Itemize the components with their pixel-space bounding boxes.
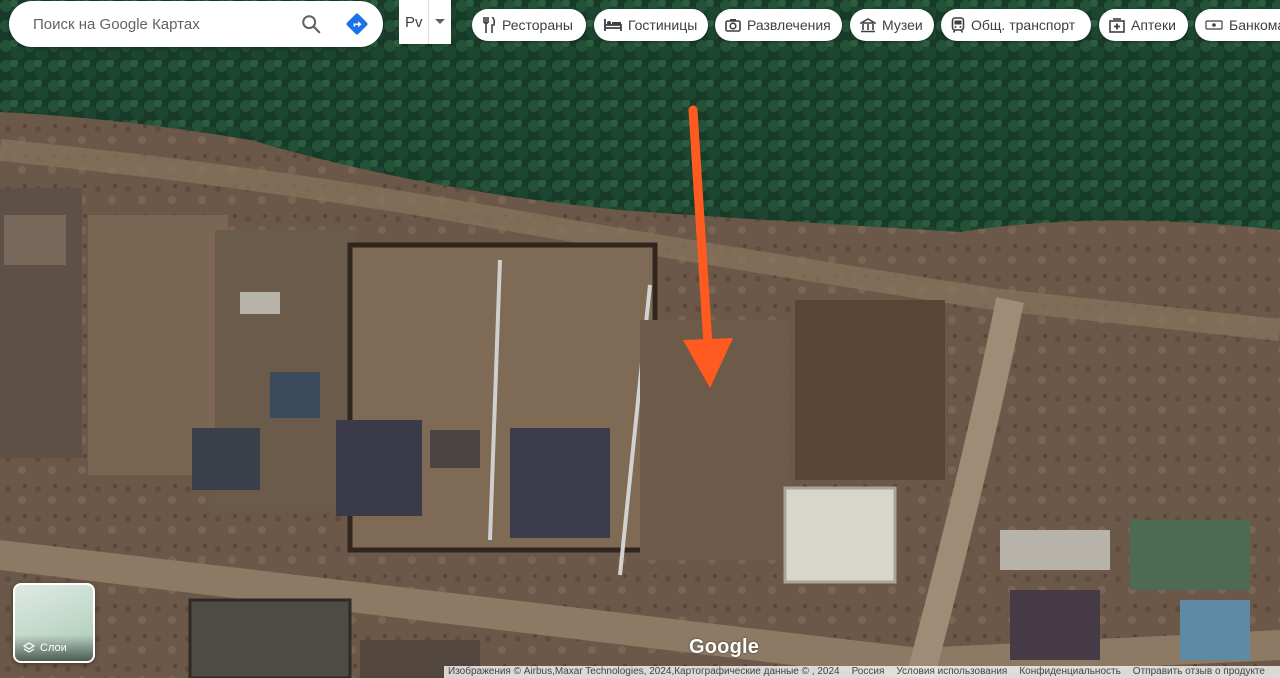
google-logo: Google [689,636,760,658]
layers-button[interactable]: Слои [13,583,95,663]
caret-down-icon [435,19,446,24]
footer-link-privacy[interactable]: Конфиденциальность [1015,666,1128,678]
chip-transit[interactable]: Общ. транспорт [941,9,1091,41]
imagery-attribution: Изображения © Airbus,Maxar Technologies,… [448,666,840,677]
language-label: Рv [404,13,423,31]
directions-button[interactable] [337,4,377,44]
satellite-map[interactable] [0,0,1280,678]
chip-entertainment[interactable]: Развлечения [715,9,842,41]
search-icon [302,15,321,34]
footer-link-terms[interactable]: Условия использования [892,666,1015,678]
transit-icon [951,17,965,33]
chip-label: Банкоматы [1229,17,1280,33]
chip-restaurants[interactable]: Рестораны [472,9,586,41]
chip-atms[interactable]: Банкоматы [1195,9,1280,41]
chip-label: Рестораны [502,17,573,33]
layers-icon [23,642,35,653]
hotel-icon [604,19,622,31]
chip-label: Общ. транспорт [971,17,1076,33]
chip-label: Аптеки [1131,17,1176,33]
footer-link-country[interactable]: Россия [848,666,893,678]
chip-label: Музеи [882,17,923,33]
chip-label: Развлечения [747,17,831,33]
chip-label: Гостиницы [628,17,698,33]
search-button[interactable] [291,4,331,44]
restaurant-icon [483,17,496,33]
directions-icon [346,13,368,35]
layers-label: Слои [40,642,67,654]
museum-icon [860,17,876,32]
camera-icon [725,19,741,32]
map-footer: Изображения © Airbus,Maxar Technologies,… [444,666,1280,678]
pharmacy-icon [1109,17,1125,33]
atm-icon [1205,20,1223,30]
chip-pharmacies[interactable]: Аптеки [1099,9,1188,41]
chip-hotels[interactable]: Гостиницы [594,9,708,41]
search-box [9,1,383,47]
chip-museums[interactable]: Музеи [850,9,934,41]
language-dropdown[interactable] [428,0,451,44]
search-input[interactable] [9,1,291,47]
language-toggle[interactable]: Рv [399,0,451,44]
footer-link-feedback[interactable]: Отправить отзыв о продукте [1129,666,1273,678]
